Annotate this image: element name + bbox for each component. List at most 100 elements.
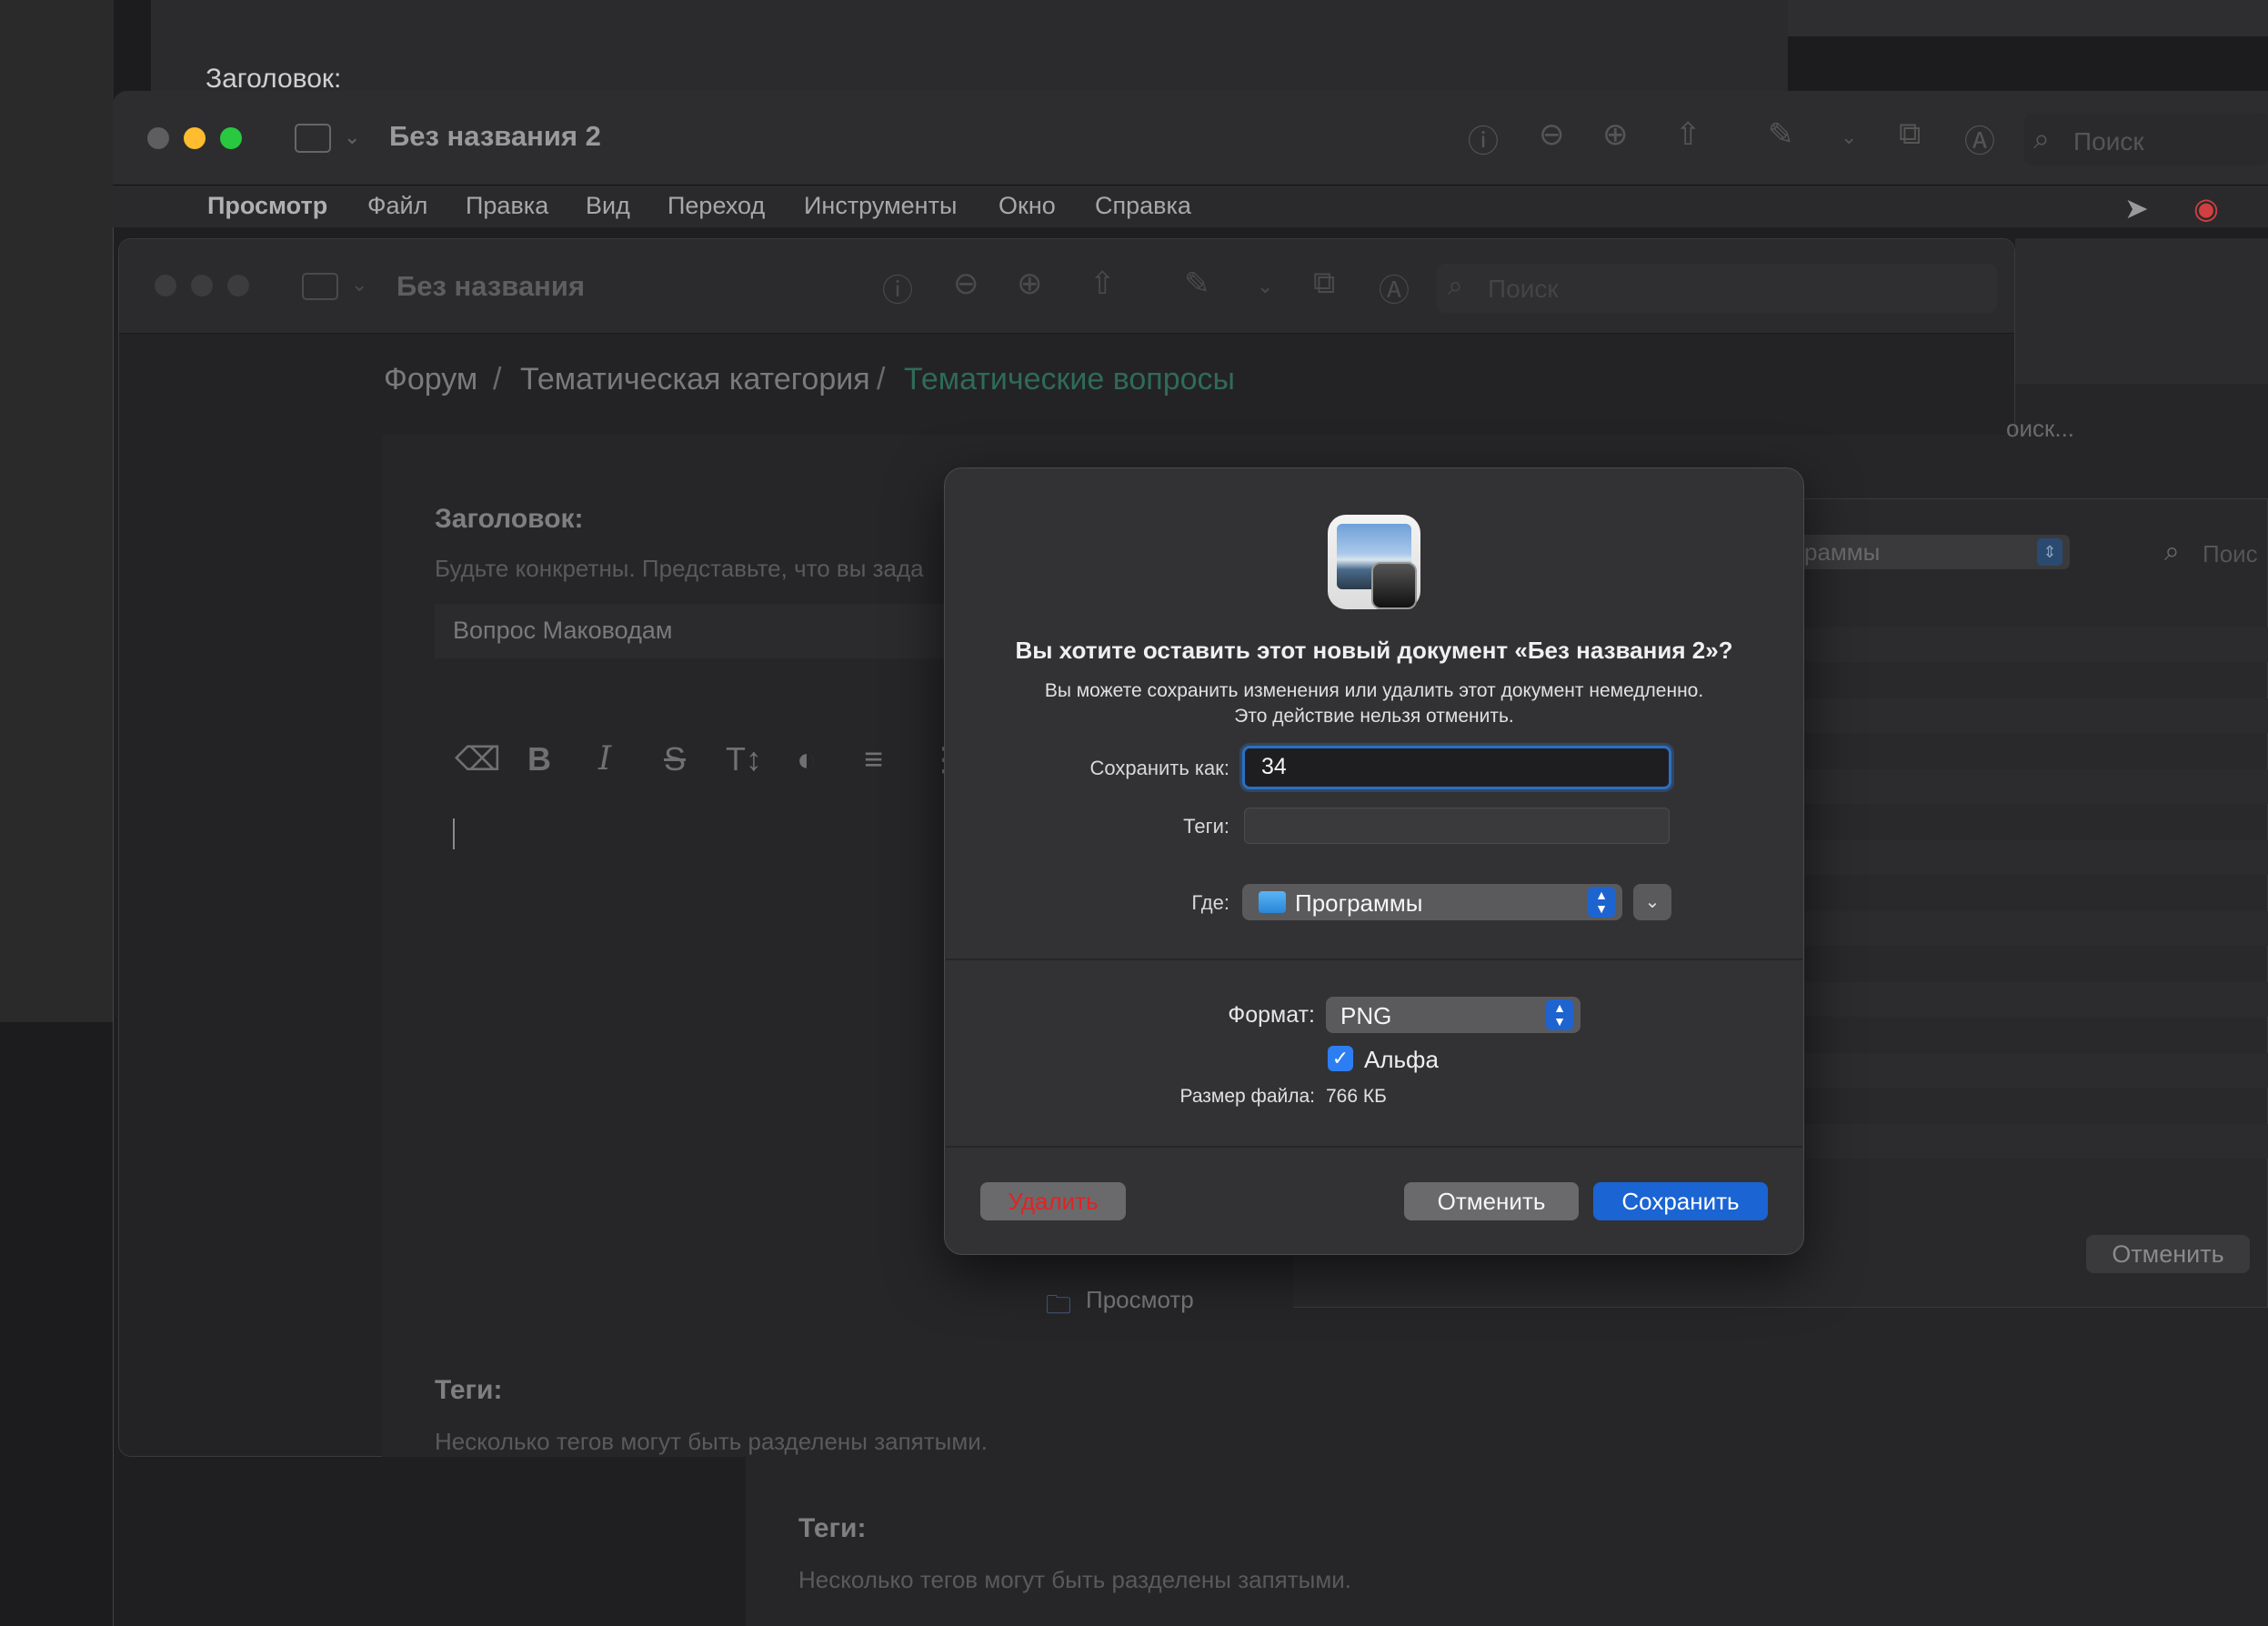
italic-icon[interactable]: I: [598, 740, 611, 778]
dialog-subtitle: Вы можете сохранить изменения или удалит…: [944, 678, 1804, 729]
stepper-icon: ▲ ▼: [1546, 999, 1573, 1030]
format-value: PNG: [1340, 1002, 1392, 1029]
background-window-bottom: [746, 1457, 2268, 1626]
menu-go[interactable]: Переход: [667, 192, 765, 220]
tags-input[interactable]: [1244, 808, 1670, 844]
window-title: Без названия 2: [389, 120, 601, 152]
chevron-down-icon[interactable]: ⌄: [1841, 125, 1857, 149]
rotate-icon[interactable]: ⧉: [1313, 266, 1335, 301]
expand-chevron-button[interactable]: ⌄: [1633, 884, 1671, 920]
background-sidebar-folder[interactable]: Просмотр: [1086, 1286, 1194, 1314]
cancel-button[interactable]: Отменить: [1404, 1182, 1579, 1220]
menu-edit[interactable]: Правка: [466, 192, 548, 220]
rotate-icon[interactable]: ⧉: [1899, 116, 1921, 152]
stepper-icon: ⇕: [2037, 538, 2062, 566]
chevron-down-icon[interactable]: ⌄: [344, 125, 360, 149]
zoom-in-icon[interactable]: ⊕: [1602, 116, 1629, 153]
annotate-icon[interactable]: Ⓐ: [1964, 116, 1995, 161]
breadcrumb-forum[interactable]: Форум: [384, 362, 477, 397]
minimize-button[interactable]: [184, 127, 206, 149]
zoom-button[interactable]: [220, 127, 242, 149]
background-file-row: [1801, 1053, 2268, 1088]
where-label: Где:: [1191, 891, 1229, 914]
breadcrumb-current[interactable]: Тематические вопросы: [904, 362, 1235, 397]
save-button[interactable]: Сохранить: [1593, 1182, 1768, 1220]
menu-view[interactable]: Вид: [586, 192, 630, 220]
dialog-title: Вы хотите оставить этот новый документ «…: [1015, 637, 1733, 664]
background-file-row: [1801, 698, 2268, 733]
menu-help[interactable]: Справка: [1095, 192, 1191, 220]
alpha-label[interactable]: Альфа: [1364, 1046, 1439, 1074]
tags-label-bottom: Теги:: [798, 1513, 867, 1543]
background-heading-label: Заголовок:: [206, 64, 342, 94]
info-icon[interactable]: ⓘ: [882, 266, 913, 310]
chevron-down-icon[interactable]: ⌄: [351, 273, 367, 296]
chevron-down-icon[interactable]: ⌄: [1257, 275, 1273, 298]
background-window-top: [151, 0, 1788, 100]
file-size-label: Размер файла:: [1179, 1086, 1315, 1107]
heading-hint: Будьте конкретны. Представьте, что вы за…: [435, 555, 924, 582]
dialog-subtitle-line2: Это действие нельзя отменить.: [1234, 706, 1514, 727]
background-file-row: [1801, 911, 2268, 946]
background-location-value: раммы: [1804, 538, 1881, 566]
save-as-label: Сохранить как:: [1089, 757, 1229, 779]
search-field[interactable]: [2024, 113, 2268, 166]
screen-record-icon[interactable]: ◉: [2193, 191, 2219, 226]
inner-search-placeholder: Поиск: [1488, 275, 1559, 303]
markup-pen-icon[interactable]: ✎: [1184, 266, 1210, 302]
background-window-right: [1788, 0, 2268, 36]
menu-file[interactable]: Файл: [367, 192, 427, 220]
tags-hint: Несколько тегов могут быть разделены зап…: [435, 1428, 988, 1455]
save-as-input[interactable]: 34: [1242, 746, 1671, 789]
zoom-in-icon[interactable]: ⊕: [1017, 266, 1043, 302]
align-icon[interactable]: ≡: [864, 740, 883, 778]
background-file-row: [1801, 769, 2268, 804]
background-file-row: [1801, 982, 2268, 1017]
background-file-row: [1801, 840, 2268, 875]
editor-caret[interactable]: [453, 818, 455, 849]
zoom-out-icon[interactable]: ⊖: [953, 266, 979, 302]
inner-minimize-button[interactable]: [191, 275, 213, 296]
tags-label: Теги:: [435, 1375, 503, 1405]
divider: [946, 1146, 1802, 1148]
background-search-text: оиск...: [2006, 415, 2075, 442]
menu-tools[interactable]: Инструменты: [804, 192, 957, 220]
delete-button[interactable]: Удалить: [980, 1182, 1126, 1220]
share-icon[interactable]: ⇧: [1675, 116, 1701, 153]
file-size-value: 766 КБ: [1326, 1086, 1387, 1107]
search-placeholder: Поиск: [2073, 127, 2144, 156]
where-value: Программы: [1295, 889, 1423, 917]
breadcrumb-category[interactable]: Тематическая категория: [520, 362, 870, 397]
search-icon: ⌕: [2164, 537, 2180, 567]
sidebar-toggle-icon[interactable]: [302, 273, 338, 300]
close-button[interactable]: [147, 127, 169, 149]
search-icon: ⌕: [1448, 271, 1463, 301]
inner-close-button[interactable]: [155, 275, 176, 296]
dialog-subtitle-line1: Вы можете сохранить изменения или удалит…: [1044, 680, 1704, 701]
divider: [946, 959, 1802, 960]
inner-window-title: Без названия: [396, 270, 586, 302]
text-size-icon[interactable]: T↕: [726, 740, 762, 778]
alpha-checkbox[interactable]: ✓: [1328, 1046, 1353, 1071]
menu-app[interactable]: Просмотр: [207, 192, 327, 220]
background-cancel-button[interactable]: Отменить: [2086, 1235, 2250, 1273]
background-panel: [2015, 238, 2268, 384]
background-search-placeholder: Поис: [2203, 540, 2258, 567]
markup-pen-icon[interactable]: ✎: [1768, 116, 1794, 153]
zoom-out-icon[interactable]: ⊖: [1539, 116, 1565, 153]
sidebar-toggle-icon[interactable]: [295, 124, 331, 153]
inner-zoom-button[interactable]: [227, 275, 249, 296]
breadcrumb-separator: /: [493, 362, 502, 396]
location-arrow-icon[interactable]: ➤: [2124, 191, 2149, 226]
folder-icon: 🗀: [1046, 1290, 1072, 1319]
contrast-icon[interactable]: ◐: [797, 740, 817, 778]
strikethrough-icon[interactable]: S: [664, 740, 686, 778]
annotate-icon[interactable]: Ⓐ: [1379, 266, 1410, 310]
stepper-icon: ▲ ▼: [1588, 887, 1615, 918]
menu-window[interactable]: Окно: [999, 192, 1056, 220]
info-icon[interactable]: ⓘ: [1468, 116, 1499, 161]
eraser-icon[interactable]: ⌫: [455, 740, 501, 778]
share-icon[interactable]: ⇧: [1089, 266, 1116, 302]
background-file-row: [1801, 1124, 2268, 1159]
bold-icon[interactable]: B: [527, 740, 551, 778]
